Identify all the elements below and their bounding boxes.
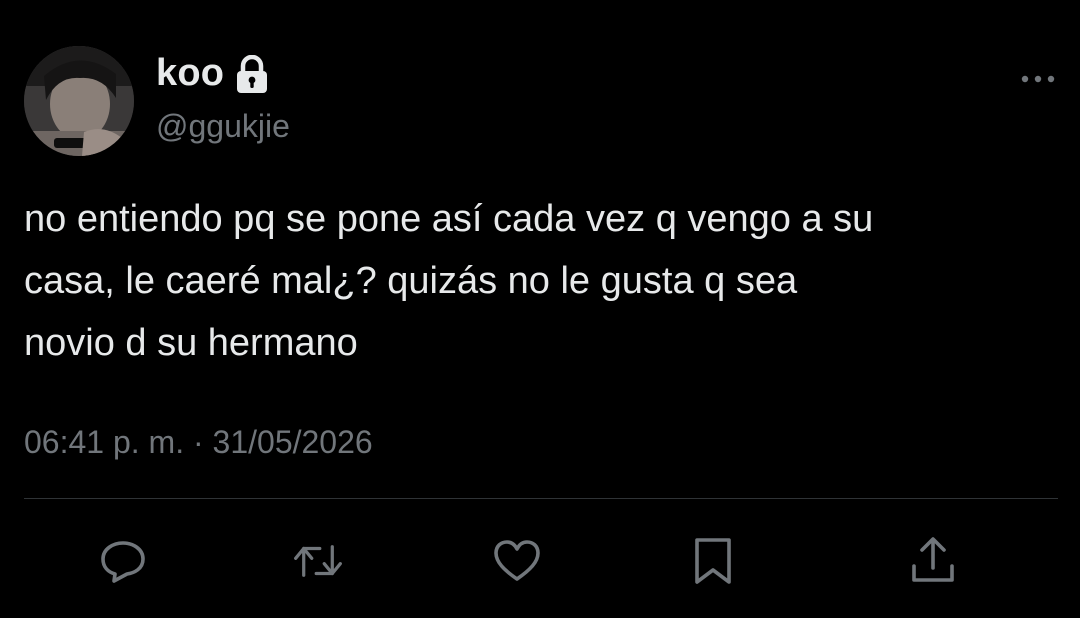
tweet-timestamp[interactable]: 06:41 p. m. · 31/05/2026 <box>24 424 373 461</box>
action-bar <box>0 536 1080 586</box>
tweet-time: 06:41 p. m. <box>24 424 185 460</box>
avatar-photo <box>24 46 134 156</box>
heart-icon <box>494 540 540 581</box>
share-button[interactable] <box>908 536 958 586</box>
display-name-row: koo <box>156 52 270 95</box>
divider <box>24 498 1058 499</box>
reply-button[interactable] <box>98 536 148 586</box>
user-handle[interactable]: @ggukjie <box>156 108 290 145</box>
lock-icon <box>234 54 270 95</box>
bookmark-button[interactable] <box>688 536 738 586</box>
reply-icon <box>101 541 145 583</box>
tweet-date: 31/05/2026 <box>212 424 373 460</box>
like-button[interactable] <box>492 536 542 586</box>
meta-separator: · <box>184 424 213 460</box>
tweet-card: koo @ggukjie no entiendo pq se pone así … <box>0 0 1080 618</box>
display-name[interactable]: koo <box>156 52 224 95</box>
retweet-icon <box>294 545 342 577</box>
tweet-text: no entiendo pq se pone así cada vez q ve… <box>24 198 874 364</box>
bookmark-icon <box>695 538 731 584</box>
more-options-icon[interactable] <box>1018 64 1058 94</box>
avatar[interactable] <box>24 46 134 156</box>
retweet-button[interactable] <box>293 536 343 586</box>
share-icon <box>912 537 954 582</box>
